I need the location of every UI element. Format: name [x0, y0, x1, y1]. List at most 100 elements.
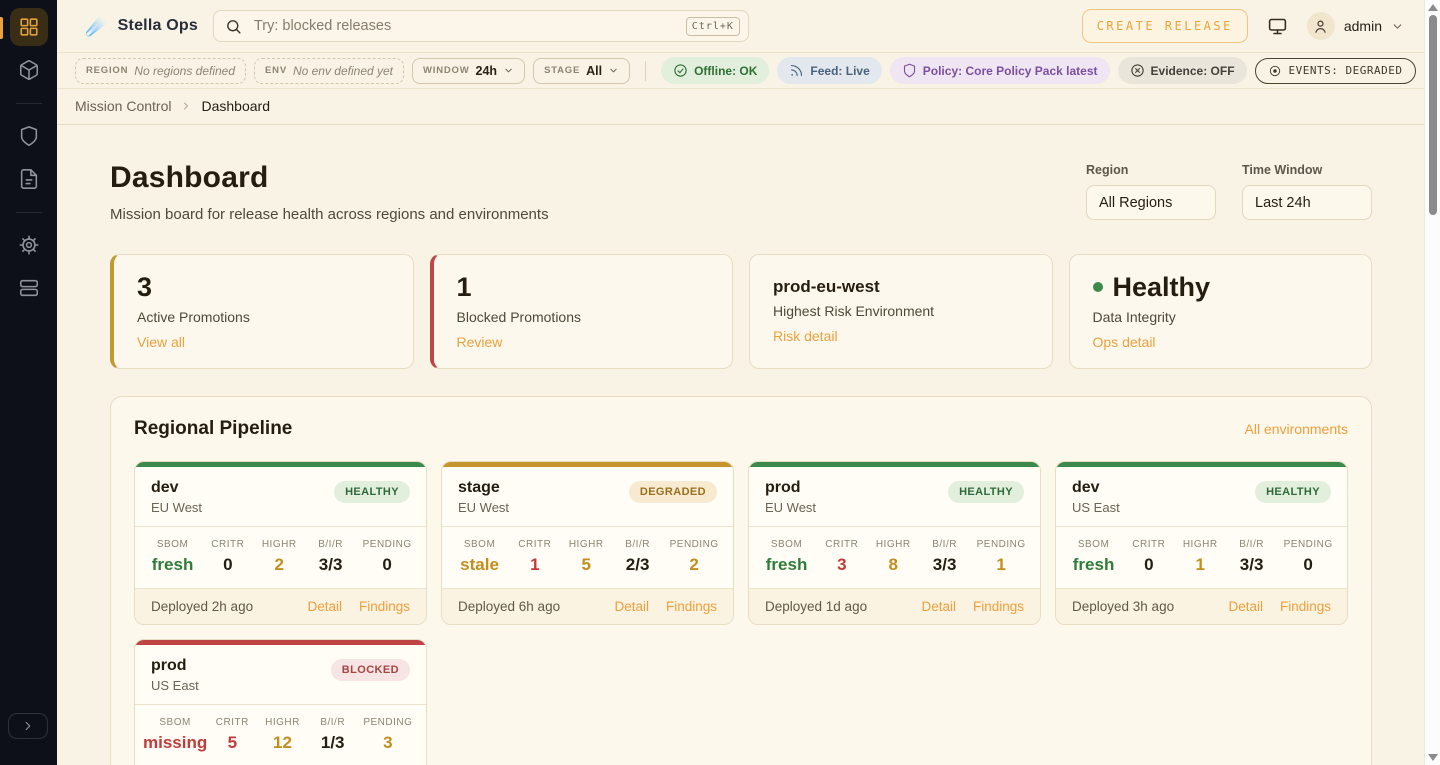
environment-grid: dev EU West HEALTHY SBOMfresh CRITR0 HIG…	[134, 461, 1348, 765]
feed-status-text: Feed: Live	[810, 64, 869, 78]
stat-value-highr: 1	[1195, 555, 1204, 575]
stat-value-pending: 2	[689, 555, 698, 575]
document-icon	[18, 168, 40, 190]
stat-value-highr: 5	[581, 555, 590, 575]
sidebar-item-documents[interactable]	[10, 160, 48, 198]
package-icon	[18, 59, 40, 81]
stat-label-pending: PENDING	[363, 539, 412, 550]
monitor-icon	[1267, 16, 1288, 37]
stat-label-critr: CRITR	[1132, 539, 1165, 550]
status-badge: DEGRADED	[629, 481, 717, 503]
all-environments-link[interactable]: All environments	[1245, 421, 1349, 437]
shield-icon	[902, 63, 917, 78]
environment-region: EU West	[458, 500, 509, 515]
active-promotions-card: 3 Active Promotions View all	[110, 254, 414, 369]
review-link[interactable]: Review	[457, 334, 503, 350]
stat-label-critr: CRITR	[518, 539, 551, 550]
brand-logo[interactable]: ☄️ Stella Ops	[85, 17, 198, 36]
brand-name: Stella Ops	[118, 17, 198, 35]
environment-region: EU West	[151, 500, 202, 515]
sidebar-item-settings[interactable]	[10, 226, 48, 264]
rss-feed-icon	[789, 63, 804, 78]
scroll-down-arrow[interactable]	[1428, 754, 1438, 761]
status-badge: HEALTHY	[948, 481, 1024, 503]
search-input[interactable]	[252, 17, 676, 35]
shield-icon	[18, 125, 40, 147]
sidebar-item-infrastructure[interactable]	[10, 269, 48, 307]
stat-value-highr: 12	[273, 733, 292, 753]
global-search[interactable]: Ctrl+K	[213, 10, 749, 42]
stat-label-sbom: SBOM	[771, 539, 802, 550]
page-title: Dashboard	[110, 161, 549, 195]
breadcrumb-root[interactable]: Mission Control	[75, 98, 171, 114]
policy-status-chip[interactable]: Policy: Core Policy Pack latest	[890, 57, 1110, 84]
region-filter-chip[interactable]: REGION No regions defined	[75, 58, 246, 84]
window-filter-chip[interactable]: WINDOW 24h	[412, 58, 525, 84]
sidebar	[0, 0, 57, 765]
chevron-down-icon	[608, 65, 619, 76]
stat-value-highr: 8	[888, 555, 897, 575]
evidence-status-chip[interactable]: Evidence: OFF	[1118, 57, 1247, 84]
view-all-link[interactable]: View all	[137, 334, 185, 350]
findings-link[interactable]: Findings	[1280, 599, 1331, 614]
region-select-label: Region	[1086, 163, 1216, 177]
offline-status-chip[interactable]: Offline: OK	[661, 57, 769, 84]
findings-link[interactable]: Findings	[666, 599, 717, 614]
chevron-right-icon	[180, 100, 192, 112]
region-chip-label: REGION	[86, 65, 128, 76]
user-menu[interactable]: admin	[1307, 12, 1404, 40]
detail-link[interactable]: Detail	[614, 599, 649, 614]
stat-label-sbom: SBOM	[157, 539, 188, 550]
risk-detail-link[interactable]: Risk detail	[773, 328, 838, 344]
scrollbar-thumb[interactable]	[1429, 15, 1437, 215]
stat-label-highr: HIGHR	[569, 539, 604, 550]
window-chip-value: 24h	[476, 64, 498, 78]
detail-link[interactable]: Detail	[1228, 599, 1263, 614]
stat-label-highr: HIGHR	[876, 539, 911, 550]
stat-label-sbom: SBOM	[159, 717, 190, 728]
env-filter-chip[interactable]: ENV No env defined yet	[254, 58, 404, 84]
detail-link[interactable]: Detail	[921, 599, 956, 614]
search-shortcut-badge: Ctrl+K	[686, 17, 740, 36]
env-chip-value: No env defined yet	[293, 64, 393, 78]
check-circle-icon	[673, 63, 688, 78]
stat-value-sbom: fresh	[766, 555, 808, 575]
stat-label-pending: PENDING	[977, 539, 1026, 550]
settings-gear-icon	[18, 234, 40, 256]
page-subtitle: Mission board for release health across …	[110, 206, 549, 223]
sidebar-item-dashboard[interactable]	[10, 8, 48, 46]
events-status-pill[interactable]: EVENTS: DEGRADED	[1255, 58, 1416, 84]
active-nav-marker	[0, 17, 3, 39]
regional-pipeline-title: Regional Pipeline	[134, 418, 292, 440]
chevron-down-icon	[1391, 20, 1404, 33]
scroll-up-arrow[interactable]	[1428, 4, 1438, 11]
stat-label-sbom: SBOM	[1078, 539, 1109, 550]
findings-link[interactable]: Findings	[973, 599, 1024, 614]
stat-value-bir: 3/3	[1240, 555, 1264, 575]
blocked-promotions-card: 1 Blocked Promotions Review	[430, 254, 734, 369]
display-mode-button[interactable]	[1263, 12, 1292, 41]
detail-link[interactable]: Detail	[307, 599, 342, 614]
stage-filter-chip[interactable]: STAGE All	[533, 58, 630, 84]
ops-detail-link[interactable]: Ops detail	[1093, 334, 1156, 350]
sidebar-item-releases[interactable]	[10, 51, 48, 89]
avatar	[1307, 12, 1335, 40]
findings-link[interactable]: Findings	[359, 599, 410, 614]
region-chip-value: No regions defined	[134, 64, 235, 78]
environment-card: stage EU West DEGRADED SBOMstale CRITR1 …	[441, 461, 734, 625]
sidebar-item-security[interactable]	[10, 117, 48, 155]
stat-label-bir: B/I/R	[320, 717, 345, 728]
stat-label-bir: B/I/R	[1239, 539, 1264, 550]
context-divider	[645, 61, 646, 81]
data-integrity-card: Healthy Data Integrity Ops detail	[1069, 254, 1373, 369]
stat-value-critr: 3	[837, 555, 846, 575]
feed-status-chip[interactable]: Feed: Live	[777, 57, 881, 84]
create-release-button[interactable]: CREATE RELEASE	[1082, 9, 1248, 43]
stat-value-sbom: missing	[143, 733, 207, 753]
sidebar-expand-button[interactable]	[8, 713, 48, 739]
time-window-select[interactable]: Last 24h	[1242, 185, 1372, 220]
stat-label-bir: B/I/R	[932, 539, 957, 550]
region-select[interactable]: All Regions	[1086, 185, 1216, 220]
top-bar: ☄️ Stella Ops Ctrl+K CREATE RELEASE admi…	[57, 0, 1424, 52]
vertical-scrollbar[interactable]	[1424, 0, 1440, 765]
